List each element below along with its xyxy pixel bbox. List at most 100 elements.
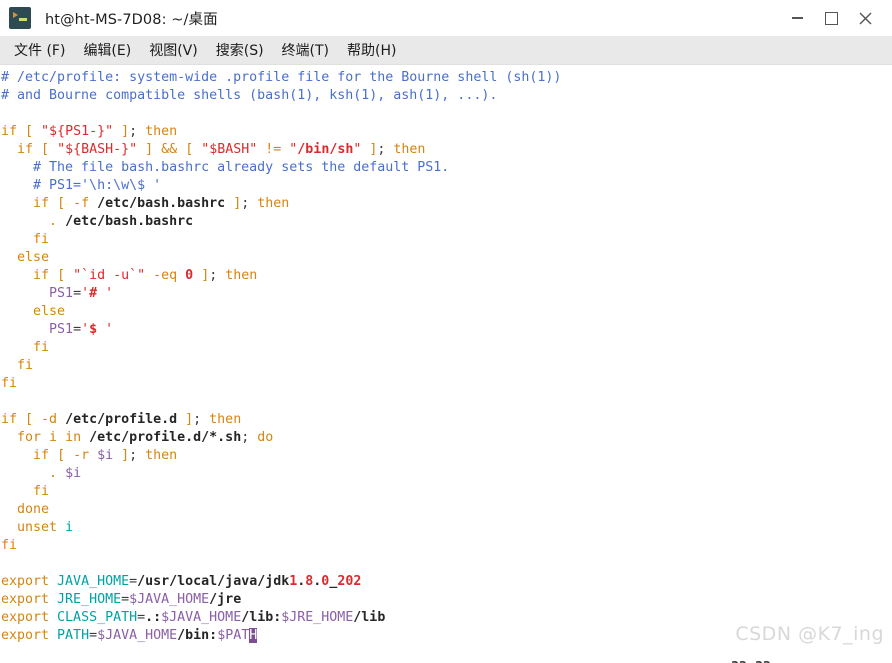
terminal-span: "${BASH-}": [57, 142, 138, 157]
terminal-span: ': [81, 286, 90, 301]
terminal-line: if [ -d /etc/profile.d ]; then: [0, 411, 892, 429]
terminal-span: # /etc/profile: system-wide .profile fil…: [1, 70, 562, 85]
menu-item-edit[interactable]: 编辑(E): [74, 37, 140, 64]
terminal-span: then: [225, 268, 258, 283]
terminal-span: ;: [129, 448, 146, 463]
terminal-span: /etc/profile.d: [65, 412, 178, 427]
terminal-span: # and Bourne compatible shells (bash(1),…: [1, 88, 498, 103]
cursor-position: 32,32: [731, 659, 771, 663]
terminal-span: [1, 484, 33, 499]
terminal-span: if: [17, 142, 42, 157]
terminal-span: $JRE_HOME: [281, 610, 354, 625]
terminal-span: [1, 232, 33, 247]
terminal-span: !=: [257, 142, 290, 157]
terminal-span: [1, 142, 17, 157]
terminal-span: .:: [145, 610, 162, 625]
terminal-span: [1, 502, 17, 517]
menu-item-search[interactable]: 搜索(S): [207, 37, 273, 64]
window-titlebar: ht@ht-MS-7D08: ~/桌面: [0, 0, 892, 36]
terminal-span: ]: [113, 448, 130, 463]
terminal-span: then: [257, 196, 290, 211]
terminal-span: # PS1='\h:\w\$ ': [1, 178, 162, 193]
terminal-span: ;: [193, 412, 210, 427]
terminal-span: -eq: [145, 268, 186, 283]
terminal-span: ;: [241, 196, 258, 211]
terminal-line: # The file bash.bashrc already sets the …: [0, 159, 892, 177]
terminal-span: "${PS1-}": [41, 124, 114, 139]
terminal-span: =: [137, 610, 146, 625]
terminal-span: $i: [97, 448, 114, 463]
terminal-span: =: [73, 322, 82, 337]
terminal-span: [ -f: [57, 196, 98, 211]
minimize-icon[interactable]: [780, 0, 814, 36]
terminal-line: . /etc/bash.bashrc: [0, 213, 892, 231]
terminal-span: # The file bash.bashrc already sets the …: [1, 160, 450, 175]
terminal-line: # /etc/profile: system-wide .profile fil…: [0, 69, 892, 87]
terminal-span: if: [33, 448, 58, 463]
terminal-span: [: [57, 268, 74, 283]
terminal-span: fi: [33, 340, 50, 355]
terminal-span: JRE_HOME: [57, 592, 122, 607]
terminal-line: if [ "${PS1-}" ]; then: [0, 123, 892, 141]
terminal-span: [1, 304, 33, 319]
terminal-span: [: [25, 124, 42, 139]
terminal-span: /lib: [353, 610, 386, 625]
terminal-span: [1, 466, 49, 481]
terminal-span: ;: [209, 268, 226, 283]
terminal-line: done: [0, 501, 892, 519]
terminal-span: $JAVA_HOME: [129, 592, 210, 607]
editor-statusline: 32,32 全部: [0, 641, 892, 663]
terminal-line: . $i: [0, 465, 892, 483]
terminal-line: if [ -r $i ]; then: [0, 447, 892, 465]
menu-item-file[interactable]: 文件 (F): [5, 37, 74, 64]
terminal-line: fi: [0, 357, 892, 375]
terminal-line: for i in /etc/profile.d/*.sh; do: [0, 429, 892, 447]
terminal-line: # and Bourne compatible shells (bash(1),…: [0, 87, 892, 105]
terminal-span: export: [1, 574, 58, 589]
terminal-screen[interactable]: # /etc/profile: system-wide .profile fil…: [0, 65, 892, 663]
terminal-span: ]: [177, 412, 194, 427]
terminal-span: =: [129, 574, 138, 589]
terminal-span: [1, 286, 49, 301]
terminal-span: [1, 340, 33, 355]
terminal-span: do: [257, 430, 274, 445]
terminal-span: fi: [33, 484, 50, 499]
terminal-span: ;: [241, 430, 258, 445]
terminal-span: =: [73, 286, 82, 301]
terminal-span: [1, 448, 33, 463]
terminal-span: then: [145, 448, 178, 463]
terminal-span: [1, 196, 33, 211]
terminal-span: ]: [193, 268, 210, 283]
terminal-line: export CLASS_PATH=.:$JAVA_HOME/lib:$JRE_…: [0, 609, 892, 627]
terminal-span: export: [1, 592, 58, 607]
terminal-span: then: [145, 124, 178, 139]
close-icon[interactable]: [848, 0, 882, 36]
terminal-span: =: [121, 592, 130, 607]
menu-item-terminal[interactable]: 终端(T): [273, 37, 338, 64]
terminal-span: export: [1, 610, 58, 625]
maximize-icon[interactable]: [814, 0, 848, 36]
terminal-span: /etc/bash.bashrc: [97, 196, 226, 211]
terminal-span: else: [33, 304, 66, 319]
terminal-text-area[interactable]: # /etc/profile: system-wide .profile fil…: [0, 69, 892, 645]
terminal-span: ]: [113, 124, 130, 139]
terminal-line: if [ "${BASH-}" ] && [ "$BASH" != "/bin/…: [0, 141, 892, 159]
terminal-span: ]: [137, 142, 162, 157]
terminal-line: fi: [0, 339, 892, 357]
terminal-span: i: [49, 430, 66, 445]
terminal-span: [: [41, 142, 58, 157]
terminal-icon: [9, 7, 31, 29]
menu-item-view[interactable]: 视图(V): [140, 37, 207, 64]
terminal-span: [1, 358, 17, 373]
terminal-span: &&: [161, 142, 186, 157]
terminal-line: fi: [0, 483, 892, 501]
terminal-span: [1, 268, 33, 283]
terminal-span: then: [393, 142, 426, 157]
terminal-span: /bin/sh: [297, 142, 354, 157]
menu-item-help[interactable]: 帮助(H): [338, 37, 405, 64]
terminal-line: PS1='$ ': [0, 321, 892, 339]
terminal-span: else: [17, 250, 50, 265]
terminal-line: # PS1='\h:\w\$ ': [0, 177, 892, 195]
